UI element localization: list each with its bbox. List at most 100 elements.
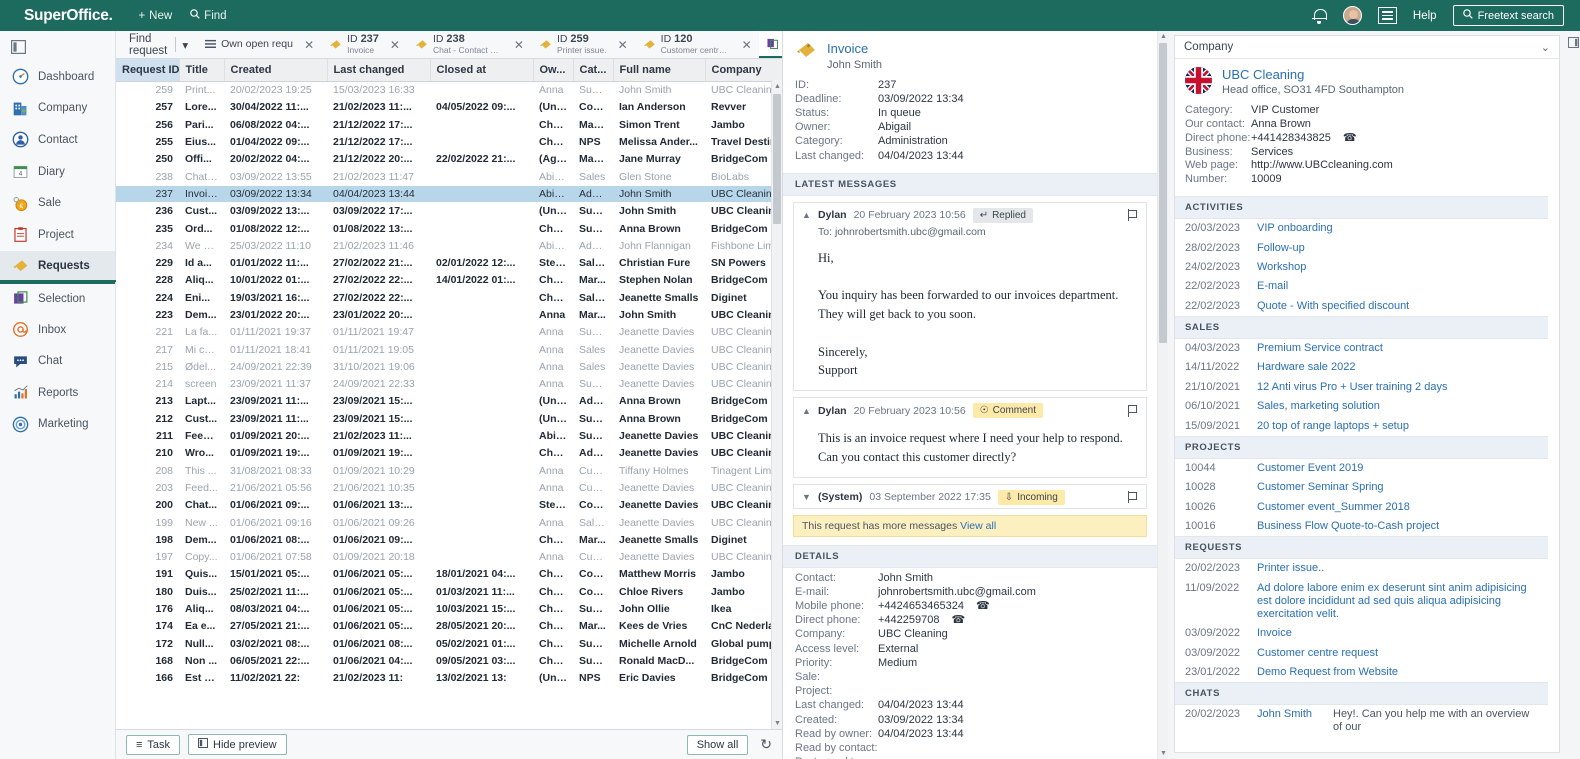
list-item[interactable]: 28/02/2023 Follow-up	[1175, 238, 1548, 257]
item-person[interactable]: John Smith	[1257, 708, 1333, 734]
table-row[interactable]: 174 Ea e... 27/05/2021 21:... 01/06/2021 05…	[116, 618, 782, 635]
table-row[interactable]: 234 We a... 25/03/2022 11:10 21/02/2023 11:…	[116, 237, 782, 254]
table-row[interactable]: 256 Pari... 06/08/2022 04:... 21/12/2022 17…	[116, 116, 782, 133]
table-row[interactable]: 235 Ord... 01/08/2022 12:... 01/08/2022 13:…	[116, 220, 782, 237]
list-item[interactable]: 10044 Customer Event 2019	[1175, 459, 1548, 478]
table-row[interactable]: 259 Print... 20/02/2023 19:25 15/03/2023 16…	[116, 82, 782, 99]
list-item[interactable]: 03/09/2022 Customer centre request	[1175, 643, 1548, 662]
table-row[interactable]: 215 Ødel... 24/09/2021 22:39 31/10/2021 19:…	[116, 358, 782, 375]
message-status-chip[interactable]: ↵ Replied	[972, 207, 1033, 223]
chevron-up-icon[interactable]: ▲	[802, 406, 811, 416]
sidebar-item-diary[interactable]: 4 Diary	[0, 156, 115, 188]
tab-close-icon[interactable]: ✕	[384, 38, 400, 52]
user-avatar[interactable]	[1342, 6, 1362, 25]
item-text[interactable]: Customer Seminar Spring	[1257, 481, 1384, 494]
right-panel-toggle[interactable]	[1566, 31, 1580, 759]
hide-preview-button[interactable]: Hide preview	[188, 734, 287, 755]
item-text[interactable]: Quote - With specified discount	[1257, 300, 1409, 313]
column-header-created[interactable]: Created	[224, 59, 328, 82]
sidebar-item-requests[interactable]: Requests	[0, 250, 116, 283]
table-row[interactable]: 208 This ... 31/08/2021 08:33 01/09/2021 10…	[116, 462, 782, 479]
table-row[interactable]: 199 New ... 01/06/2021 09:16 01/06/2021 09:…	[116, 514, 782, 531]
table-row[interactable]: 250 Offi... 20/02/2022 04:... 21/12/2022 20…	[116, 151, 782, 168]
sidebar-item-sale[interactable]: € Sale	[0, 187, 115, 219]
table-row[interactable]: 217 Mi co... 01/11/2021 18:41 01/11/2021 19…	[116, 341, 782, 358]
table-row[interactable]: 255 Eius... 01/04/2022 09:... 21/12/2022 17…	[116, 133, 782, 150]
help-link[interactable]: Help	[1413, 10, 1437, 22]
list-item[interactable]: 22/02/2023 E-mail	[1175, 277, 1548, 296]
chevron-down-icon[interactable]: ▼	[802, 492, 811, 502]
column-header-ow[interactable]: Ow...	[533, 59, 574, 82]
sidebar-item-project[interactable]: Project	[0, 219, 115, 251]
message-item[interactable]: ▼ (System) 03 September 2022 17:35 ⇩ Incomin…	[793, 483, 1147, 509]
message-status-chip[interactable]: ⇩ Incoming	[997, 489, 1065, 505]
tab-id-238[interactable]: ID 238Chat - Contact page - Hi, I ✕	[407, 31, 531, 58]
table-vertical-scrollbar[interactable]: ▲ ▼	[771, 80, 782, 729]
request-table-scroll[interactable]: Request ID ↓TitleCreatedLast changedClos…	[116, 59, 782, 729]
list-item[interactable]: 20/03/2023 VIP onboarding	[1175, 219, 1548, 238]
item-text[interactable]: Demo Request from Website	[1257, 666, 1398, 679]
scrollbar-thumb[interactable]	[1159, 43, 1167, 343]
sidebar-item-contact[interactable]: Contact	[0, 124, 115, 156]
table-row[interactable]: 172 Null... 03/02/2021 08:... 01/06/2021 08…	[116, 635, 782, 652]
tab-close-icon[interactable]: ✕	[736, 38, 752, 52]
tab-id-120[interactable]: ID 120Customer centre request ✕	[635, 31, 759, 58]
company-scroll[interactable]: UBC Cleaning Head office, SO31 4FD South…	[1175, 59, 1559, 752]
chevron-down-icon[interactable]: ⌄	[1541, 41, 1550, 54]
preview-scrollbar[interactable]: ▲ ▼	[1157, 31, 1168, 759]
list-item[interactable]: 03/09/2022 Invoice	[1175, 624, 1548, 643]
list-item[interactable]: 14/11/2022 Hardware sale 2022	[1175, 358, 1548, 377]
item-text[interactable]: Printer issue..	[1257, 562, 1324, 575]
item-text[interactable]: Follow-up	[1257, 242, 1305, 255]
table-row[interactable]: 221 La fa... 01/11/2021 19:37 01/11/2021 19…	[116, 324, 782, 341]
message-item[interactable]: ▲ Dylan 20 February 2023 10:56 ↵ Replied To: …	[793, 201, 1147, 392]
list-item[interactable]: 11/09/2022 Ad dolore labore enim ex deser…	[1175, 579, 1548, 624]
table-row[interactable]: 223 Dem... 23/01/2022 20:... 23/01/2022 20:…	[116, 306, 782, 323]
table-row[interactable]: 228 Aliq... 10/01/2022 01:... 27/02/2022 22…	[116, 272, 782, 289]
list-item[interactable]: 24/02/2023 Workshop	[1175, 258, 1548, 277]
flag-icon[interactable]	[1128, 491, 1138, 504]
scrollbar-thumb[interactable]	[773, 94, 781, 224]
table-row[interactable]: 176 Aliq... 08/03/2021 04:... 01/06/2021 05…	[116, 600, 782, 617]
list-item[interactable]: 15/09/2021 20 top of range laptops + setu…	[1175, 416, 1548, 435]
list-item[interactable]: 20/02/2023 John Smith Hey!. Can you help m…	[1175, 705, 1548, 737]
tab-close-icon[interactable]: ✕	[298, 38, 314, 52]
sidebar-item-inbox[interactable]: Inbox	[0, 314, 115, 346]
table-row[interactable]: 212 Cust... 23/09/2021 11:... 23/09/2021 15…	[116, 410, 782, 427]
field-value[interactable]: http://www.UBCcleaning.com	[1251, 159, 1393, 173]
column-header-full-name[interactable]: Full name	[613, 59, 706, 82]
table-row[interactable]: 211 Feed... 01/09/2021 20:... 21/02/2023 11…	[116, 427, 782, 444]
field-value[interactable]: johnrobertsmith.ubc@gmail.com	[878, 585, 1036, 599]
item-text[interactable]: Customer event_Summer 2018	[1257, 501, 1410, 514]
message-item[interactable]: ▲ Dylan 20 February 2023 10:56 ☉ Comment This…	[793, 397, 1147, 478]
table-row[interactable]: 257 Lore... 30/04/2022 11:... 21/02/2023 11…	[116, 99, 782, 116]
item-text[interactable]: 12 Anti virus Pro + User training 2 days	[1257, 381, 1447, 394]
show-all-button[interactable]: Show all	[686, 734, 749, 755]
column-header-company[interactable]: Company	[705, 59, 782, 82]
phone-icon[interactable]: ☎	[1343, 132, 1357, 146]
find-request-dropdown[interactable]: Find request ▾	[120, 31, 197, 58]
task-button[interactable]: ≡ Task	[126, 734, 181, 755]
phone-icon[interactable]: ☎	[951, 613, 965, 627]
scroll-up-icon[interactable]: ▲	[1158, 31, 1168, 42]
column-header-request-id[interactable]: Request ID ↓	[116, 59, 180, 82]
list-item[interactable]: 23/01/2022 Demo Request from Website	[1175, 663, 1548, 682]
sidebar-item-chat[interactable]: Chat	[0, 345, 115, 377]
preview-scroll[interactable]: Invoice John Smith ID: 237 Deadline: 03/09/…	[783, 31, 1168, 759]
phone-icon[interactable]: ☎	[976, 599, 990, 613]
flag-icon[interactable]	[1128, 404, 1138, 417]
column-header-cat[interactable]: Cat...	[573, 59, 614, 82]
list-item[interactable]: 20/02/2023 Printer issue..	[1175, 559, 1548, 578]
table-row[interactable]: 237 Invoice 03/09/2022 13:34 04/04/2023 13:…	[116, 185, 782, 203]
table-row[interactable]: 214 screen 23/09/2021 11:37 24/09/2021 22:3…	[116, 376, 782, 393]
item-text[interactable]: 20 top of range laptops + setup	[1257, 420, 1409, 433]
list-item[interactable]: 04/03/2023 Premium Service contract	[1175, 339, 1548, 358]
table-row[interactable]: 168 Non ... 06/05/2021 22:... 01/06/2021 04…	[116, 652, 782, 669]
chevron-up-icon[interactable]: ▲	[802, 210, 811, 220]
table-row[interactable]: 198 Dem... 01/06/2021 08:... 01/06/2021 09:…	[116, 531, 782, 548]
item-text[interactable]: Hardware sale 2022	[1257, 361, 1355, 374]
table-row[interactable]: 236 Cust... 03/09/2022 13:... 03/09/2022 17…	[116, 203, 782, 220]
tab-id-259[interactable]: ID 259 Printer issue. ✕	[531, 31, 635, 58]
column-header-closed-at[interactable]: Closed at	[430, 59, 534, 82]
item-text[interactable]: Premium Service contract	[1257, 342, 1383, 355]
